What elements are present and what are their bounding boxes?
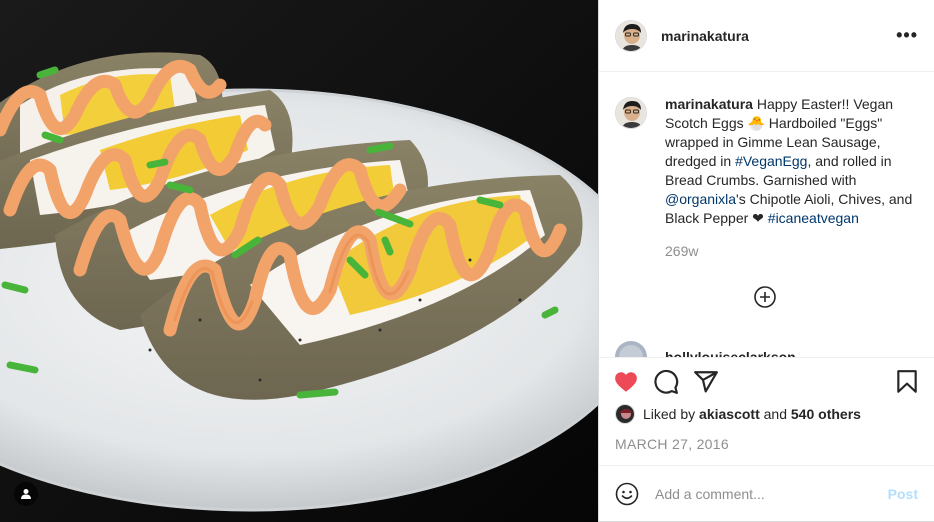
add-comment-bar: Post xyxy=(599,465,934,521)
heart-icon[interactable] xyxy=(613,369,639,395)
comment-icon[interactable] xyxy=(653,369,679,395)
caption-timestamp[interactable]: 269w xyxy=(665,242,918,261)
post-modal: marinakatura ••• marinakatura Happy East… xyxy=(0,0,934,522)
avatar-image xyxy=(616,405,634,423)
post-photo[interactable] xyxy=(0,0,598,522)
caption-text: marinakatura Happy Easter!! Vegan Scotch… xyxy=(665,95,918,228)
likes-prefix: Liked by xyxy=(643,406,696,422)
caption: marinakatura Happy Easter!! Vegan Scotch… xyxy=(599,73,934,261)
user-tag-button[interactable] xyxy=(14,482,38,506)
likes-others-link[interactable]: 540 others xyxy=(791,406,861,422)
comments-area[interactable]: marinakatura Happy Easter!! Vegan Scotch… xyxy=(599,73,934,357)
avatar-image xyxy=(616,98,646,128)
avatar-image xyxy=(615,341,647,357)
action-bar: Liked by akiascott and 540 others MARCH … xyxy=(599,357,934,452)
caption-username[interactable]: marinakatura xyxy=(665,96,753,112)
likes-summary: Liked by akiascott and 540 others xyxy=(599,404,934,424)
more-icon[interactable]: ••• xyxy=(896,25,918,46)
action-icons xyxy=(599,358,934,406)
comment-username[interactable]: hollylouiseclarkson xyxy=(665,349,796,357)
hashtag-link[interactable]: #icaneatvegan xyxy=(768,210,859,226)
caption-avatar[interactable] xyxy=(615,97,647,129)
plus-circle-icon xyxy=(754,286,776,308)
liker-avatar[interactable] xyxy=(615,404,635,424)
emoji-icon[interactable] xyxy=(615,482,639,506)
header-username[interactable]: marinakatura xyxy=(661,28,896,44)
bookmark-icon[interactable] xyxy=(894,369,920,395)
post-sidebar: marinakatura ••• marinakatura Happy East… xyxy=(598,0,934,522)
avatar[interactable] xyxy=(615,19,647,52)
load-more-comments-button[interactable] xyxy=(754,286,776,308)
caption-body: marinakatura Happy Easter!! Vegan Scotch… xyxy=(665,95,918,261)
post-comment-button[interactable]: Post xyxy=(888,486,918,502)
user-tag-icon xyxy=(21,489,31,499)
liker-username[interactable]: akiascott xyxy=(699,406,760,422)
post-date[interactable]: MARCH 27, 2016 xyxy=(599,436,934,452)
share-icon[interactable] xyxy=(693,369,719,395)
food-image xyxy=(0,0,598,522)
comment-avatar[interactable] xyxy=(615,341,647,357)
avatar-image xyxy=(616,20,646,51)
comment-item: hollylouiseclarkson xyxy=(615,341,796,357)
post-header: marinakatura ••• xyxy=(599,0,934,72)
hashtag-link[interactable]: #VeganEgg xyxy=(735,153,807,169)
likes-middle: and xyxy=(763,406,787,422)
mention-link[interactable]: @organixla xyxy=(665,191,736,207)
comment-input[interactable] xyxy=(653,484,888,503)
